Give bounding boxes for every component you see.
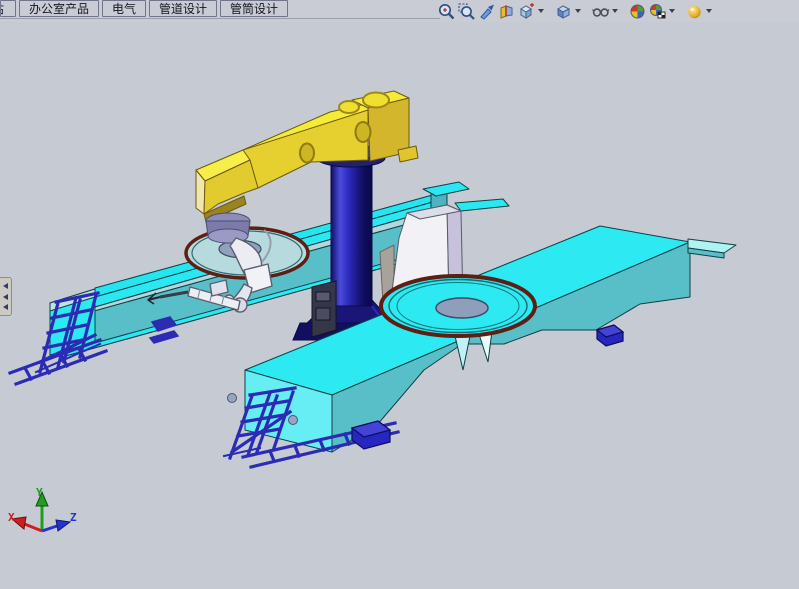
hide-show-items-icon[interactable] — [590, 1, 610, 21]
zoom-to-area-icon[interactable] — [456, 1, 476, 21]
section-view-icon[interactable] — [496, 1, 516, 21]
triad-z-label: Z — [70, 511, 77, 524]
tab-office-products[interactable]: 办公室产品 — [19, 0, 99, 17]
heads-up-view-toolbar — [436, 1, 714, 21]
apply-scene-icon[interactable] — [647, 1, 667, 21]
apply-scene-dropdown[interactable] — [669, 9, 675, 13]
display-style-icon[interactable] — [553, 1, 573, 21]
view-orientation-dropdown[interactable] — [538, 9, 544, 13]
wire-feeder-box[interactable] — [312, 281, 336, 337]
display-style-dropdown[interactable] — [575, 9, 581, 13]
view-settings-dropdown[interactable] — [706, 9, 712, 13]
tab-piping-design[interactable]: 管道设计 — [149, 0, 217, 17]
zoom-to-fit-icon[interactable] — [436, 1, 456, 21]
view-triad: X Y Z — [8, 486, 77, 531]
top-toolbar: 估 办公室产品 电气 管道设计 管筒设计 — [0, 0, 799, 22]
turntable-ring-front[interactable] — [381, 276, 535, 336]
pivot-disc — [228, 394, 237, 403]
previous-view-icon[interactable] — [476, 1, 496, 21]
view-orientation-icon[interactable] — [516, 1, 536, 21]
command-manager-tabs: 估 办公室产品 电气 管道设计 管筒设计 — [0, 0, 440, 19]
triad-y-label: Y — [36, 486, 43, 499]
pivot-disc — [289, 416, 298, 425]
cad-application-window: X Y Z 估 办公室产品 电气 管道设计 管筒设计 — [0, 0, 799, 589]
3d-viewport[interactable]: X Y Z — [0, 0, 799, 589]
hide-show-items-dropdown[interactable] — [612, 9, 618, 13]
edit-appearance-icon[interactable] — [627, 1, 647, 21]
collapse-arrow-icon[interactable] — [3, 294, 8, 300]
view-settings-icon[interactable] — [684, 1, 704, 21]
collapse-arrow-icon[interactable] — [3, 304, 8, 310]
tab-tubing-design[interactable]: 管筒设计 — [220, 0, 288, 17]
tab-evaluate-partial[interactable]: 估 — [0, 0, 16, 17]
collapsed-side-panel[interactable] — [0, 277, 12, 316]
triad-x-label: X — [8, 511, 15, 524]
tab-electrical[interactable]: 电气 — [102, 0, 146, 17]
collapse-arrow-icon[interactable] — [3, 283, 8, 289]
